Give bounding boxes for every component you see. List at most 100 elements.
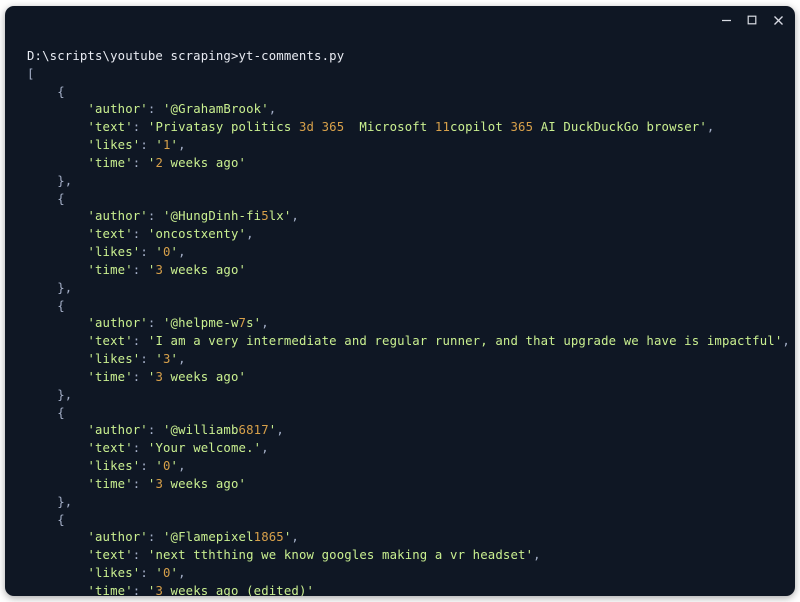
time-value-num: 3 bbox=[155, 370, 163, 384]
text-value: oncostxenty bbox=[155, 227, 238, 241]
quote: ' bbox=[171, 566, 179, 580]
author-value-part: lx bbox=[269, 209, 284, 223]
comma: , bbox=[178, 459, 186, 473]
terminal-window: D:\scripts\youtube scraping>yt-comments.… bbox=[5, 6, 795, 596]
comma: , bbox=[261, 441, 269, 455]
likes-value: 3 bbox=[163, 352, 171, 366]
quote: ' bbox=[163, 530, 171, 544]
text-value: Your welcome. bbox=[155, 441, 253, 455]
author-value-part: 7 bbox=[239, 316, 247, 330]
titlebar bbox=[5, 6, 795, 34]
author-value-part: @williamb bbox=[171, 423, 239, 437]
key-time: 'time' bbox=[87, 584, 132, 596]
quote: ' bbox=[699, 120, 707, 134]
colon: : bbox=[140, 352, 155, 366]
colon: : bbox=[133, 120, 148, 134]
quote: ' bbox=[163, 209, 171, 223]
author-value-part: @helpme-w bbox=[171, 316, 239, 330]
key-time: 'time' bbox=[87, 156, 132, 170]
key-author: 'author' bbox=[87, 316, 147, 330]
key-time: 'time' bbox=[87, 370, 132, 384]
comma: , bbox=[65, 174, 73, 188]
colon: : bbox=[148, 102, 163, 116]
text-value-part: copilot bbox=[450, 120, 510, 134]
author-value-part: 5 bbox=[261, 209, 269, 223]
colon: : bbox=[133, 477, 148, 491]
obj-close: } bbox=[57, 495, 65, 509]
obj-open: { bbox=[57, 192, 65, 206]
author-value-part: 6817 bbox=[239, 423, 269, 437]
colon: : bbox=[133, 263, 148, 277]
likes-value: 0 bbox=[163, 459, 171, 473]
quote: ' bbox=[239, 156, 247, 170]
quote: ' bbox=[171, 459, 179, 473]
obj-open: { bbox=[57, 85, 65, 99]
maximize-button[interactable] bbox=[745, 13, 759, 27]
comma: , bbox=[65, 388, 73, 402]
obj-open: { bbox=[57, 299, 65, 313]
comma: , bbox=[178, 138, 186, 152]
colon: : bbox=[133, 548, 148, 562]
quote: ' bbox=[155, 138, 163, 152]
prompt-path: D:\scripts\youtube scraping> bbox=[27, 49, 239, 63]
text-value: next tththing we know googles making a v… bbox=[155, 548, 525, 562]
quote: ' bbox=[163, 423, 171, 437]
time-value-rest: weeks ago (edited) bbox=[163, 584, 307, 596]
time-value-num: 2 bbox=[155, 156, 163, 170]
key-text: 'text' bbox=[87, 441, 132, 455]
close-button[interactable] bbox=[771, 13, 785, 27]
colon: : bbox=[133, 227, 148, 241]
colon: : bbox=[140, 138, 155, 152]
key-author: 'author' bbox=[87, 530, 147, 544]
author-value: @GrahamBrook bbox=[171, 102, 262, 116]
comma: , bbox=[261, 316, 269, 330]
key-likes: 'likes' bbox=[87, 352, 140, 366]
comma: , bbox=[65, 281, 73, 295]
comma: , bbox=[782, 334, 790, 348]
key-likes: 'likes' bbox=[87, 566, 140, 580]
obj-close: } bbox=[57, 281, 65, 295]
colon: : bbox=[148, 209, 163, 223]
text-value: I am a very intermediate and regular run… bbox=[155, 334, 774, 348]
likes-value: 0 bbox=[163, 566, 171, 580]
colon: : bbox=[133, 441, 148, 455]
quote: ' bbox=[171, 352, 179, 366]
key-text: 'text' bbox=[87, 548, 132, 562]
likes-value: 0 bbox=[163, 245, 171, 259]
time-value-num: 3 bbox=[155, 477, 163, 491]
quote: ' bbox=[239, 263, 247, 277]
quote: ' bbox=[155, 459, 163, 473]
comma: , bbox=[65, 495, 73, 509]
author-value-part: @Flamepixel bbox=[171, 530, 254, 544]
time-value-rest: weeks ago bbox=[163, 477, 239, 491]
key-author: 'author' bbox=[87, 102, 147, 116]
prompt-command: yt-comments.py bbox=[239, 49, 345, 63]
comma: , bbox=[276, 423, 284, 437]
obj-close: } bbox=[57, 174, 65, 188]
colon: : bbox=[133, 370, 148, 384]
key-likes: 'likes' bbox=[87, 459, 140, 473]
quote: ' bbox=[163, 102, 171, 116]
time-value-rest: weeks ago bbox=[163, 156, 239, 170]
colon: : bbox=[133, 156, 148, 170]
colon: : bbox=[140, 459, 155, 473]
colon: : bbox=[140, 566, 155, 580]
text-value-part: 11 bbox=[435, 120, 450, 134]
quote: ' bbox=[307, 584, 315, 596]
quote: ' bbox=[239, 477, 247, 491]
key-author: 'author' bbox=[87, 209, 147, 223]
comma: , bbox=[291, 209, 299, 223]
text-value-part: AI DuckDuckGo browser bbox=[533, 120, 699, 134]
key-author: 'author' bbox=[87, 423, 147, 437]
text-value-part: 3d 365 bbox=[299, 120, 344, 134]
comma: , bbox=[291, 530, 299, 544]
terminal-body[interactable]: D:\scripts\youtube scraping>yt-comments.… bbox=[5, 34, 795, 596]
key-time: 'time' bbox=[87, 477, 132, 491]
author-value-part: @HungDinh-fi bbox=[171, 209, 262, 223]
text-value-part: Microsoft bbox=[344, 120, 435, 134]
quote: ' bbox=[163, 316, 171, 330]
minimize-button[interactable] bbox=[719, 13, 733, 27]
time-value-rest: weeks ago bbox=[163, 263, 239, 277]
time-value-num: 3 bbox=[155, 263, 163, 277]
key-likes: 'likes' bbox=[87, 138, 140, 152]
